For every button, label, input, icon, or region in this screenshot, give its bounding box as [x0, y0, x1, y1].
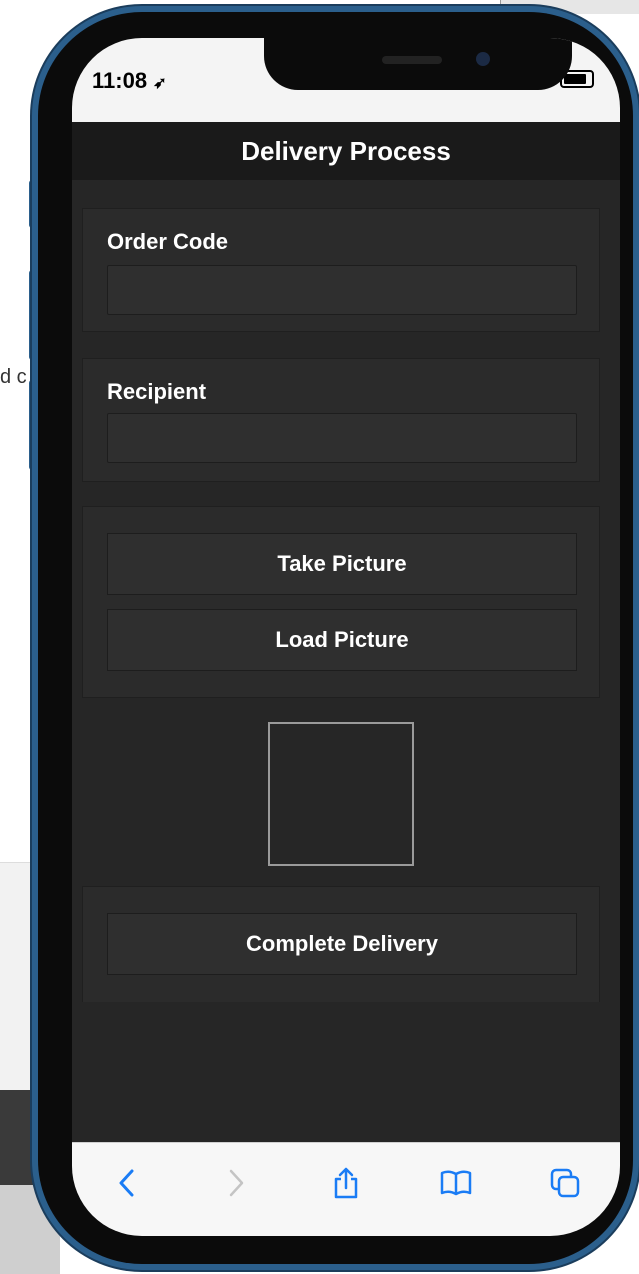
- delivery-form: Order Code Recipient Take Picture Load P…: [72, 180, 620, 1004]
- status-time-text: 11:08: [92, 68, 148, 93]
- recipient-label: Recipient: [107, 379, 207, 404]
- order-code-card: Order Code: [82, 208, 600, 332]
- status-time: 11:08 ➶: [92, 68, 167, 94]
- recipient-card: Recipient: [82, 358, 600, 482]
- order-code-label: Order Code: [107, 229, 229, 254]
- background-partial-text: d c: [0, 366, 27, 388]
- browser-toolbar: [72, 1142, 620, 1236]
- recipient-input[interactable]: [107, 413, 577, 463]
- front-camera: [476, 52, 490, 66]
- location-arrow-icon: ➶: [153, 75, 167, 92]
- take-picture-button[interactable]: Take Picture: [107, 533, 577, 595]
- bookmarks-icon[interactable]: [436, 1163, 476, 1203]
- picture-card: Take Picture Load Picture: [82, 506, 600, 698]
- empty-area: [72, 1002, 620, 1142]
- share-icon[interactable]: [326, 1163, 366, 1203]
- notch: [264, 38, 572, 90]
- back-icon[interactable]: [107, 1163, 147, 1203]
- speaker: [382, 56, 442, 64]
- complete-delivery-button[interactable]: Complete Delivery: [107, 913, 577, 975]
- tabs-icon[interactable]: [545, 1163, 585, 1203]
- forward-icon[interactable]: [216, 1163, 256, 1203]
- app-header: Delivery Process: [72, 122, 620, 180]
- phone-screen: 11:08 ➶ Delivery Process Order Code Reci…: [72, 38, 620, 1236]
- page-title: Delivery Process: [241, 136, 451, 166]
- load-picture-button[interactable]: Load Picture: [107, 609, 577, 671]
- order-code-input[interactable]: [107, 265, 577, 315]
- picture-preview: [268, 722, 414, 866]
- complete-card: Complete Delivery: [82, 886, 600, 1004]
